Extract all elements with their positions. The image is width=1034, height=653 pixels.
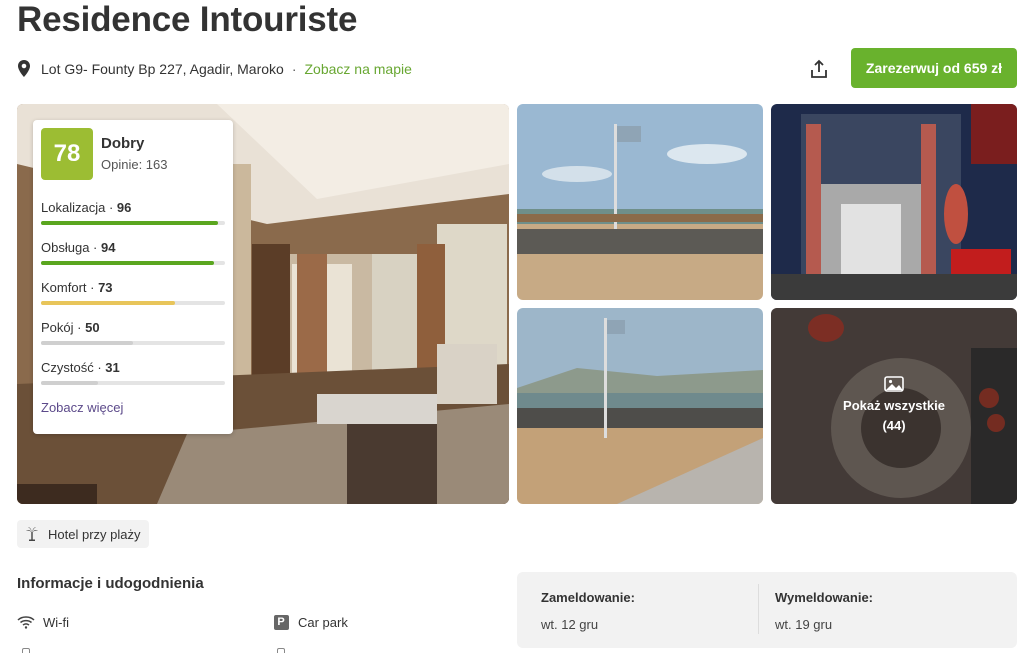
score-word: Dobry <box>101 135 145 152</box>
parking-icon: P <box>272 614 290 630</box>
dates-divider <box>758 584 759 634</box>
rating-category: Czystość · 31 <box>41 360 225 385</box>
wifi-icon <box>17 614 35 630</box>
category-label: Czystość <box>41 360 94 375</box>
category-label: Komfort <box>41 280 87 295</box>
rating-category: Komfort · 73 <box>41 280 225 305</box>
photo-beach-promenade[interactable] <box>517 308 763 504</box>
checkin-date: wt. 12 gru <box>541 617 599 632</box>
rating-category: Lokalizacja · 96 <box>41 200 225 225</box>
rating-card: 78 Dobry Opinie: 163 Lokalizacja · 96 Ob… <box>33 120 233 434</box>
category-label: Lokalizacja <box>41 200 106 215</box>
amenity-car-park: P Car park <box>272 612 348 632</box>
score-badge: 78 <box>41 128 93 180</box>
checkin-label: Zameldowanie: <box>541 590 635 605</box>
category-bar <box>41 221 225 225</box>
category-value: 96 <box>116 200 132 215</box>
category-bar <box>41 261 225 265</box>
amenity-label: Wi-fi <box>43 614 69 630</box>
category-bar-fill <box>41 221 218 225</box>
category-value: 50 <box>85 320 100 335</box>
show-all-photos-overlay[interactable]: Pokaż wszystkie (44) <box>771 308 1017 504</box>
parking-icon-letter: P <box>273 614 289 630</box>
category-bar-fill <box>41 341 133 345</box>
main-photo-restaurant[interactable]: 78 Dobry Opinie: 163 Lokalizacja · 96 Ob… <box>17 104 509 504</box>
review-count: Opinie: 163 <box>101 157 168 172</box>
category-value: 73 <box>98 280 113 295</box>
photo-show-all[interactable]: Pokaż wszystkie (44) <box>771 308 1017 504</box>
photo-lobby[interactable] <box>771 104 1017 300</box>
palm-tree-icon <box>26 527 38 541</box>
photo-gallery: 78 Dobry Opinie: 163 Lokalizacja · 96 Ob… <box>17 104 1017 504</box>
rating-category: Pokój · 50 <box>41 320 225 345</box>
category-bar-fill <box>41 381 99 385</box>
category-bar <box>41 301 225 305</box>
share-button[interactable] <box>806 56 832 82</box>
photo-count: (44) <box>882 418 906 433</box>
category-bar-fill <box>41 261 214 265</box>
stay-dates-panel: Zameldowanie: wt. 12 gru Wymeldowanie: w… <box>517 572 1017 648</box>
category-bar-fill <box>41 301 176 305</box>
checkout-block: Wymeldowanie: wt. 19 gru <box>775 590 873 632</box>
amenity-label: Car park <box>298 614 348 630</box>
category-bar <box>41 381 225 385</box>
checkout-label: Wymeldowanie: <box>775 590 874 605</box>
category-bar <box>41 341 225 345</box>
image-icon <box>884 376 904 392</box>
rating-category: Obsługa · 94 <box>41 240 225 265</box>
hotel-title: Residence Intouriste <box>17 0 358 39</box>
category-label: Obsługa <box>41 240 90 255</box>
beach-hotel-tag: Hotel przy plaży <box>17 520 150 548</box>
amenity-wifi: Wi-fi <box>17 612 69 632</box>
checkin-block: Zameldowanie: wt. 12 gru <box>541 590 635 632</box>
photo-beach[interactable] <box>517 104 763 300</box>
show-all-label: Pokaż wszystkie <box>843 398 945 413</box>
info-section-title: Informacje i udogodnienia <box>17 575 204 592</box>
map-pin-icon <box>17 60 31 78</box>
see-more-ratings-link[interactable]: Zobacz więcej <box>41 400 123 415</box>
amenity-icon-partial <box>277 648 285 653</box>
separator-dot: · <box>291 61 297 77</box>
hotel-address: Lot G9- Founty Bp 227, Agadir, Maroko <box>41 61 284 77</box>
show-on-map-link[interactable]: Zobacz na mapie <box>304 61 411 77</box>
tag-label: Hotel przy plaży <box>48 526 141 542</box>
book-button[interactable]: Zarezerwuj od 659 zł <box>851 48 1017 88</box>
share-icon <box>811 59 827 78</box>
checkout-date: wt. 19 gru <box>775 617 833 632</box>
amenity-icon-partial <box>22 648 30 653</box>
category-value: 94 <box>100 240 116 255</box>
category-label: Pokój <box>41 320 74 335</box>
address-row: Lot G9- Founty Bp 227, Agadir, Maroko · … <box>17 58 412 80</box>
category-value: 31 <box>105 360 120 375</box>
